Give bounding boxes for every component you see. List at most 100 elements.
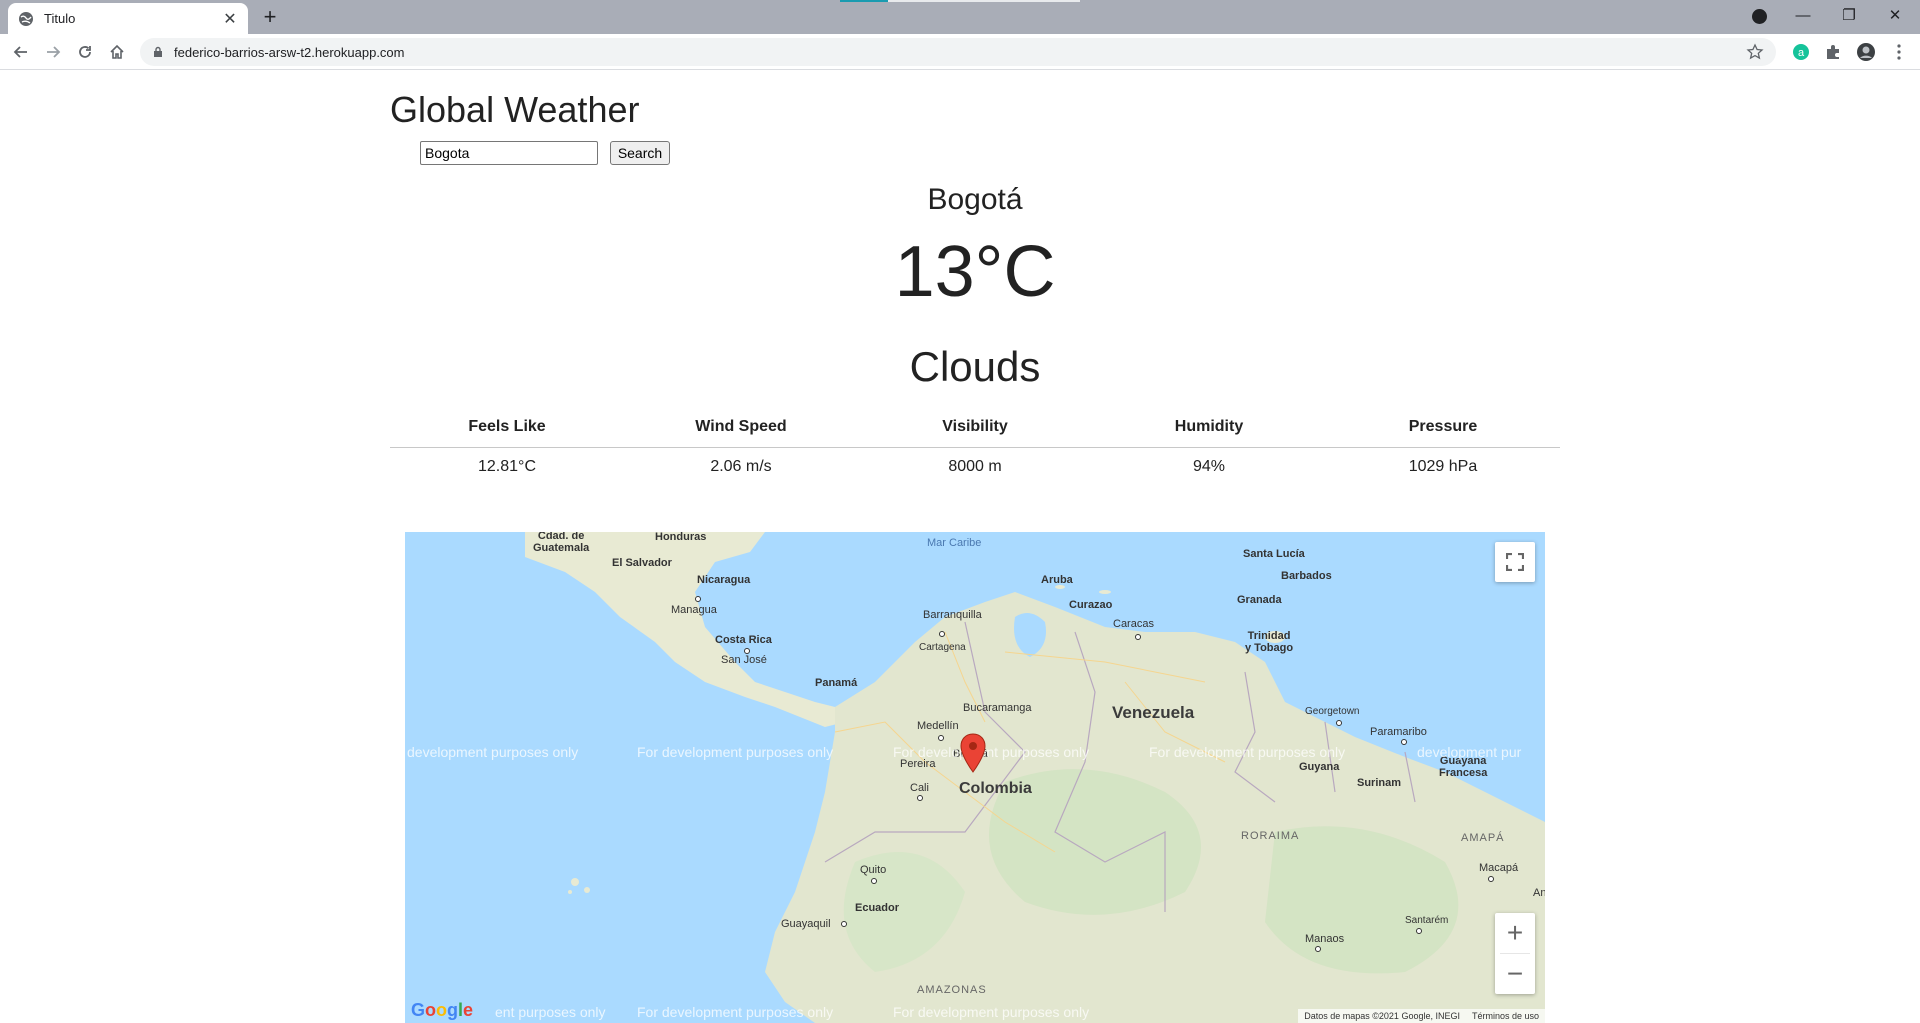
new-tab-button[interactable]: +	[258, 6, 282, 30]
map-label-trinidad: Trinidad y Tobago	[1245, 630, 1294, 654]
map-label-surinam: Surinam	[1357, 777, 1402, 789]
header-pressure: Pressure	[1326, 407, 1560, 448]
header-visibility: Visibility	[858, 407, 1092, 448]
arrow-right-icon	[47, 46, 61, 58]
dev-watermark: For development purposes only	[1149, 744, 1346, 760]
city-name: Bogotá	[927, 183, 1023, 216]
arrow-left-icon	[13, 46, 27, 58]
address-bar[interactable]: federico-barrios-arsw-t2.herokuapp.com	[140, 38, 1776, 66]
map-label-san-jose: San José	[721, 654, 767, 666]
map-label-manaos: Manaos	[1305, 933, 1345, 945]
map-label-barranquilla: Barranquilla	[923, 609, 982, 621]
dev-watermark: For development purposes only	[637, 1004, 834, 1020]
dev-watermark: ent purposes only	[495, 1004, 606, 1020]
google-map[interactable]: Mar Caribe Cdad. de Guatemala Honduras E…	[405, 532, 1545, 1023]
zoom-controls: + −	[1495, 913, 1535, 994]
map-data-credit: Datos de mapas ©2021 Google, INEGI	[1304, 1011, 1460, 1021]
map-city-dot	[938, 735, 944, 741]
map-label-roraima: RORAIMA	[1241, 830, 1300, 842]
close-tab-icon[interactable]: ✕	[222, 9, 238, 29]
map-label-quito: Quito	[860, 864, 887, 876]
map-label-santa-lucia: Santa Lucía	[1243, 548, 1305, 560]
map-label-amapa: AMAPÁ	[1461, 832, 1505, 844]
map-label-curazao: Curazao	[1069, 599, 1113, 611]
lock-icon[interactable]	[152, 46, 164, 58]
map-label-colombia: Colombia	[959, 780, 1032, 797]
value-wind-speed: 2.06 m/s	[710, 458, 772, 476]
fullscreen-button[interactable]	[1495, 542, 1535, 582]
map-city-dot	[1416, 928, 1422, 934]
map-label-barbados: Barbados	[1281, 570, 1332, 582]
map-label-bucaramanga: Bucaramanga	[963, 702, 1032, 714]
header-humidity: Humidity	[1092, 407, 1326, 448]
page-content: Global Weather Search Bogotá 13°C Clouds…	[0, 71, 1920, 1023]
map-label-paramaribo: Paramaribo	[1370, 726, 1427, 738]
restore-button[interactable]: ❐	[1826, 0, 1872, 30]
app-title: Global Weather	[390, 89, 640, 130]
map-label-mar-caribe: Mar Caribe	[927, 537, 982, 549]
map-label-macapa: Macapá	[1479, 862, 1519, 874]
dev-watermark: For development purposes only	[893, 1004, 1090, 1020]
search-button[interactable]: Search	[610, 141, 670, 165]
reload-icon	[79, 46, 91, 58]
map-label-aruba: Aruba	[1041, 574, 1073, 586]
loading-indicator	[840, 0, 888, 2]
map-label-guayaquil: Guayaquil	[781, 918, 831, 930]
map-label-el-salvador: El Salvador	[612, 557, 672, 569]
globe-icon	[19, 11, 33, 26]
map-city-dot	[1336, 720, 1342, 726]
browser-tabstrip: Titulo ✕ + — ❐ ✕	[0, 0, 1920, 34]
svg-text:a: a	[1798, 47, 1805, 59]
map-label-medellin: Medellín	[917, 720, 959, 732]
forward-button[interactable]	[41, 40, 65, 64]
close-window-button[interactable]: ✕	[1872, 0, 1918, 30]
map-city-dot	[841, 921, 847, 927]
map-label-nicaragua: Nicaragua	[697, 574, 751, 586]
map-label-panama: Panamá	[815, 677, 858, 689]
puzzle-extensions-icon[interactable]	[1824, 43, 1842, 61]
profile-avatar-icon[interactable]	[1856, 42, 1876, 62]
map-label-an: An	[1533, 887, 1545, 899]
kebab-menu-icon[interactable]	[1890, 43, 1908, 61]
loading-indicator-track	[888, 0, 1080, 2]
map-city-dot	[695, 596, 701, 602]
map-label-cali: Cali	[910, 782, 929, 794]
zoom-out-button[interactable]: −	[1495, 954, 1535, 994]
map-label-caracas: Caracas	[1113, 618, 1154, 630]
map-city-dot	[1315, 946, 1321, 952]
zoom-in-button[interactable]: +	[1495, 913, 1535, 953]
map-label-costa-rica: Costa Rica	[715, 634, 772, 646]
map-label-ecuador: Ecuador	[855, 902, 900, 914]
city-search-input[interactable]	[420, 141, 598, 165]
url-text[interactable]: federico-barrios-arsw-t2.herokuapp.com	[174, 45, 404, 60]
grammarly-extension-icon[interactable]: a	[1792, 43, 1810, 61]
dev-watermark: development purposes only	[407, 744, 579, 760]
fullscreen-icon	[1506, 553, 1524, 571]
terms-of-use-link[interactable]: Términos de uso	[1472, 1011, 1539, 1021]
value-visibility: 8000 m	[948, 458, 1002, 476]
minimize-button[interactable]: —	[1780, 0, 1826, 30]
weather-stats-table: Feels Like Wind Speed Visibility Humidit…	[390, 407, 1560, 487]
header-wind-speed: Wind Speed	[624, 407, 858, 448]
tab-search-icon[interactable]	[1752, 9, 1767, 24]
browser-tab[interactable]: Titulo ✕	[8, 3, 248, 34]
home-icon	[110, 44, 124, 59]
dev-watermark: For development purposes only	[893, 744, 1090, 760]
weather-condition: Clouds	[909, 343, 1041, 390]
value-feels-like: 12.81°C	[478, 458, 536, 476]
back-button[interactable]	[9, 40, 33, 64]
map-pin-icon[interactable]	[958, 732, 988, 776]
stats-header-row: Feels Like Wind Speed Visibility Humidit…	[390, 407, 1560, 448]
bookmark-star-icon[interactable]	[1746, 43, 1764, 61]
map-label-cartagena: Cartagena	[919, 642, 966, 653]
map-label-honduras: Honduras	[655, 532, 707, 543]
map-label-santarem: Santarém	[1405, 915, 1449, 926]
stats-value-row: 12.81°C 2.06 m/s 8000 m 94% 1029 hPa	[390, 447, 1560, 487]
map-label-managua: Managua	[671, 604, 717, 616]
home-button[interactable]	[105, 40, 129, 64]
map-city-dot	[1135, 634, 1141, 640]
map-city-dot	[939, 631, 945, 637]
google-logo[interactable]: Google	[411, 1000, 473, 1021]
map-label-venezuela: Venezuela	[1112, 703, 1195, 722]
reload-button[interactable]	[73, 40, 97, 64]
